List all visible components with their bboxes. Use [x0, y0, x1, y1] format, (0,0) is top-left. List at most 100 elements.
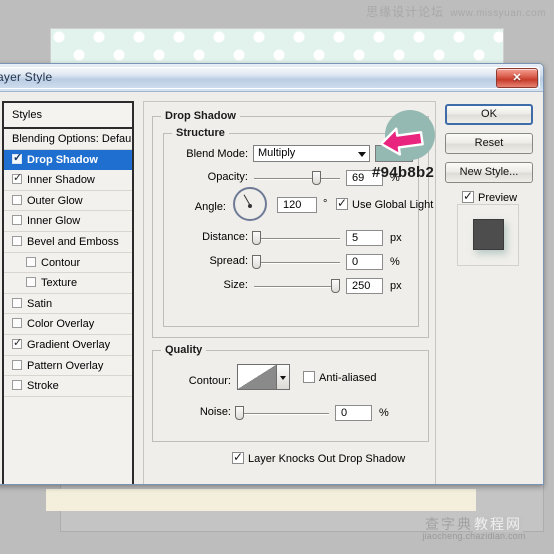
styles-list-item-checkbox[interactable]: [12, 215, 22, 226]
styles-list-item-checkbox[interactable]: [12, 318, 22, 329]
contour-curve-icon: [238, 365, 276, 389]
dialog-titlebar[interactable]: ayer Style ✕: [0, 64, 543, 92]
opacity-label: Opacity:: [207, 171, 248, 183]
anti-aliased-checkbox[interactable]: [303, 371, 315, 383]
noise-label: Noise:: [199, 406, 231, 418]
styles-list-item-checkbox[interactable]: [12, 359, 22, 370]
spread-slider-track[interactable]: [254, 262, 340, 264]
styles-list-item-label: Drop Shadow: [27, 153, 98, 166]
size-input[interactable]: 250: [346, 278, 383, 294]
styles-list-item[interactable]: Stroke: [4, 376, 132, 397]
quality-group-title: Quality: [161, 344, 207, 356]
contour-dropdown-button[interactable]: [277, 364, 290, 390]
bottom-watermark: 查字典教程网 jiaocheng.chazidian.com: [394, 516, 554, 551]
styles-list-item-label: Texture: [41, 277, 78, 290]
distance-label: Distance:: [202, 231, 248, 243]
chevron-down-icon: [358, 152, 366, 157]
spread-input[interactable]: 0: [346, 254, 383, 270]
chevron-down-icon: [280, 376, 286, 380]
styles-list-item-checkbox[interactable]: [12, 194, 22, 205]
layer-knocks-out-checkbox[interactable]: [232, 449, 244, 465]
bottom-watermark-url: jiaocheng.chazidian.com: [422, 531, 526, 541]
blend-mode-label: Blend Mode:: [186, 148, 248, 160]
bottom-watermark-cn: 查字典教程网: [425, 516, 523, 532]
document-cream-strip: [46, 489, 476, 511]
layer-style-dialog: ayer Style ✕ Styles Blending Options: De…: [0, 63, 544, 485]
styles-list-item-label: Inner Shadow: [27, 174, 95, 187]
styles-list-item[interactable]: Blending Options: Default: [4, 129, 132, 150]
distance-input[interactable]: 5: [346, 230, 383, 246]
styles-list-item[interactable]: Texture: [4, 273, 132, 294]
styles-list-item-label: Contour: [41, 256, 81, 269]
opacity-unit: %: [390, 172, 400, 184]
noise-slider-track[interactable]: [237, 413, 329, 415]
size-slider-thumb[interactable]: [331, 279, 340, 293]
styles-list-item[interactable]: Outer Glow: [4, 191, 132, 212]
styles-panel: Styles Blending Options: Default Drop Sha…: [2, 101, 134, 484]
styles-list-item-label: Color Overlay: [27, 318, 95, 331]
preview-checkbox[interactable]: [462, 188, 474, 204]
angle-hub-icon: [248, 204, 252, 208]
styles-list[interactable]: Blending Options: Default Drop Shadow Inne…: [4, 129, 132, 397]
styles-list-item-checkbox[interactable]: [12, 171, 22, 185]
use-global-light-checkbox[interactable]: [336, 195, 348, 211]
styles-list-item-label: Blending Options: Default: [12, 133, 132, 145]
styles-list-item[interactable]: Pattern Overlay: [4, 356, 132, 377]
opacity-slider-track[interactable]: [254, 178, 340, 180]
close-icon: ✕: [512, 72, 522, 84]
size-slider-track[interactable]: [254, 286, 340, 288]
blend-mode-select[interactable]: Multiply: [253, 145, 370, 162]
styles-list-item[interactable]: Contour: [4, 253, 132, 274]
size-label: Size:: [223, 279, 248, 291]
styles-list-item[interactable]: Bevel and Emboss: [4, 232, 132, 253]
styles-list-item-checkbox[interactable]: [26, 256, 36, 267]
angle-label: Angle:: [194, 201, 226, 213]
styles-list-item-checkbox[interactable]: [12, 336, 22, 350]
new-style-button[interactable]: New Style...: [445, 162, 533, 183]
contour-preview[interactable]: [237, 364, 277, 390]
styles-list-item-label: Stroke: [27, 380, 59, 393]
contour-label: Contour:: [188, 375, 231, 387]
noise-input[interactable]: 0: [335, 405, 372, 421]
drop-shadow-options-panel: Drop Shadow Structure Blend Mode: Multip…: [143, 101, 436, 484]
styles-list-item[interactable]: Color Overlay: [4, 314, 132, 335]
styles-list-item-checkbox[interactable]: [12, 151, 22, 165]
styles-list-item[interactable]: Satin: [4, 294, 132, 315]
styles-list-item[interactable]: Inner Shadow: [4, 170, 132, 191]
structure-group: Structure Blend Mode: Multiply Opacity: …: [163, 127, 433, 327]
document-canvas-strip: [50, 28, 504, 66]
spread-slider-thumb[interactable]: [252, 255, 261, 269]
angle-input[interactable]: 120: [277, 197, 317, 213]
top-watermark: 思缘设计论坛 www.missyuan.com: [0, 2, 554, 22]
opacity-input[interactable]: 69: [346, 170, 383, 186]
styles-list-item-checkbox[interactable]: [12, 297, 22, 308]
noise-slider-thumb[interactable]: [235, 406, 244, 420]
opacity-slider-thumb[interactable]: [312, 171, 321, 185]
size-unit: px: [390, 280, 402, 292]
styles-list-item-label: Outer Glow: [27, 194, 83, 207]
structure-group-title: Structure: [172, 127, 229, 139]
top-watermark-url: www.missyuan.com: [450, 8, 546, 19]
use-global-light-label: Use Global Light: [352, 199, 434, 211]
styles-list-item-label: Bevel and Emboss: [27, 235, 119, 248]
spread-unit: %: [390, 256, 400, 268]
styles-list-item-label: Inner Glow: [27, 215, 81, 228]
anti-aliased-label: Anti-aliased: [319, 372, 377, 384]
distance-slider-thumb[interactable]: [252, 231, 261, 245]
reset-button[interactable]: Reset: [445, 133, 533, 154]
close-button[interactable]: ✕: [496, 68, 538, 88]
styles-list-item-label: Gradient Overlay: [27, 338, 111, 351]
distance-slider-track[interactable]: [254, 238, 340, 240]
angle-dial[interactable]: [233, 187, 267, 221]
shadow-color-swatch[interactable]: [375, 145, 413, 162]
styles-list-item[interactable]: Gradient Overlay: [4, 335, 132, 356]
styles-list-item[interactable]: Inner Glow: [4, 211, 132, 232]
styles-list-item-checkbox[interactable]: [26, 277, 36, 288]
ok-button[interactable]: OK: [445, 104, 533, 125]
styles-panel-header: Styles: [4, 103, 132, 129]
styles-list-item-checkbox[interactable]: [12, 380, 22, 391]
dialog-body: Styles Blending Options: Default Drop Sha…: [0, 92, 543, 484]
styles-list-item[interactable]: Drop Shadow: [4, 149, 132, 171]
spread-label: Spread:: [209, 255, 248, 267]
styles-list-item-checkbox[interactable]: [12, 235, 22, 246]
